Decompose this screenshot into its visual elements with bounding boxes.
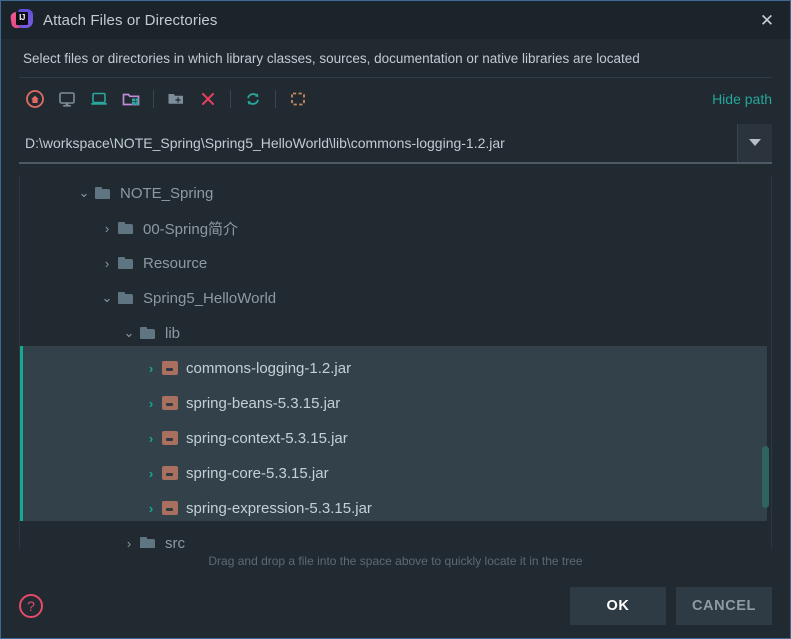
module-folder-icon[interactable] — [115, 85, 147, 113]
folder-icon — [140, 326, 158, 340]
tree-row-spring-context[interactable]: › spring-context-5.3.15.jar — [20, 421, 771, 456]
delete-icon[interactable] — [192, 85, 224, 113]
tree-row-label: commons-logging-1.2.jar — [186, 359, 352, 377]
tree-row-clipped[interactable]: › — [20, 538, 771, 548]
toolbar-separator — [275, 89, 276, 108]
dialog-titlebar: IJ Attach Files or Directories ✕ — [1, 1, 790, 39]
tree-row-spring-beans[interactable]: › spring-beans-5.3.15.jar — [20, 386, 771, 421]
ok-button[interactable]: OK — [570, 587, 666, 625]
tree-row-spring-expression[interactable]: › spring-expression-5.3.15.jar — [20, 491, 771, 526]
chevron-right-icon[interactable]: › — [142, 361, 160, 376]
jar-file-icon — [162, 466, 178, 481]
scrollbar-thumb[interactable] — [762, 445, 769, 508]
attach-files-dialog: IJ Attach Files or Directories ✕ Select … — [0, 0, 791, 639]
hide-path-link[interactable]: Hide path — [712, 91, 772, 107]
cancel-button[interactable]: CANCEL — [676, 587, 772, 625]
tree-row-label: Resource — [143, 254, 208, 272]
new-folder-icon[interactable] — [160, 85, 192, 113]
toolbar-separator — [153, 89, 154, 108]
tree-row-00-spring[interactable]: › 00-Spring简介 — [20, 211, 771, 246]
desktop-icon[interactable] — [51, 85, 83, 113]
file-chooser-toolbar: Hide path — [1, 77, 790, 120]
chevron-right-icon[interactable]: › — [142, 466, 160, 481]
refresh-icon[interactable] — [237, 85, 269, 113]
tree-row-label: spring-context-5.3.15.jar — [186, 429, 348, 447]
folder-icon — [95, 186, 113, 200]
chevron-down-icon[interactable] — [737, 123, 772, 162]
folder-icon — [118, 291, 136, 305]
tree-row-lib[interactable]: ⌄ lib — [20, 316, 771, 351]
chevron-right-icon[interactable]: › — [142, 396, 160, 411]
tree-row-label: spring-core-5.3.15.jar — [186, 464, 329, 482]
folder-icon — [118, 221, 136, 235]
chevron-right-icon[interactable]: › — [142, 501, 160, 516]
path-input[interactable]: D:\workspace\NOTE_Spring\Spring5_HelloWo… — [19, 124, 737, 162]
footer-buttons: OK CANCEL — [570, 587, 772, 625]
path-field-wrapper: D:\workspace\NOTE_Spring\Spring5_HelloWo… — [19, 123, 772, 164]
chevron-down-icon[interactable]: ⌄ — [75, 185, 93, 201]
tree-row-label: Spring5_HelloWorld — [143, 289, 277, 307]
dialog-footer: ? OK CANCEL — [1, 574, 790, 638]
file-tree-panel: ⌄ NOTE_Spring › 00-Spring简介 › Resource ⌄… — [19, 175, 772, 548]
dialog-title: Attach Files or Directories — [43, 11, 218, 29]
close-icon[interactable]: ✕ — [744, 1, 790, 39]
toolbar-separator — [230, 89, 231, 108]
tree-row-spring5-helloworld[interactable]: ⌄ Spring5_HelloWorld — [20, 281, 771, 316]
chevron-right-icon[interactable]: › — [98, 538, 116, 539]
folder-icon — [118, 538, 136, 539]
jar-file-icon — [162, 431, 178, 446]
jar-file-icon — [162, 361, 178, 376]
chevron-down-icon[interactable]: ⌄ — [98, 290, 116, 306]
home-icon[interactable] — [19, 85, 51, 113]
help-icon[interactable]: ? — [19, 594, 43, 618]
tree-row-commons-logging[interactable]: › commons-logging-1.2.jar — [20, 351, 771, 386]
drag-drop-hint: Drag and drop a file into the space abov… — [1, 548, 790, 574]
chevron-right-icon[interactable]: › — [98, 221, 116, 236]
vertical-scrollbar[interactable] — [759, 176, 771, 548]
dialog-description: Select files or directories in which lib… — [1, 39, 790, 77]
tree-row-spring-core[interactable]: › spring-core-5.3.15.jar — [20, 456, 771, 491]
tree-row-label: spring-expression-5.3.15.jar — [186, 499, 372, 517]
select-region-icon[interactable] — [282, 85, 314, 113]
file-tree[interactable]: ⌄ NOTE_Spring › 00-Spring简介 › Resource ⌄… — [20, 176, 771, 548]
jar-file-icon — [162, 396, 178, 411]
tree-row-resource[interactable]: › Resource — [20, 246, 771, 281]
laptop-icon[interactable] — [83, 85, 115, 113]
tree-row-label: lib — [165, 324, 181, 342]
tree-row-label: spring-beans-5.3.15.jar — [186, 394, 341, 412]
folder-icon — [118, 256, 136, 270]
intellij-idea-icon: IJ — [9, 9, 33, 31]
chevron-down-icon[interactable]: ⌄ — [120, 325, 138, 341]
tree-row-label: NOTE_Spring — [120, 184, 214, 202]
jar-file-icon — [162, 501, 178, 516]
tree-row-label: 00-Spring简介 — [143, 220, 239, 238]
tree-row-note-spring[interactable]: ⌄ NOTE_Spring — [20, 176, 771, 211]
chevron-right-icon[interactable]: › — [142, 431, 160, 446]
chevron-right-icon[interactable]: › — [98, 256, 116, 271]
